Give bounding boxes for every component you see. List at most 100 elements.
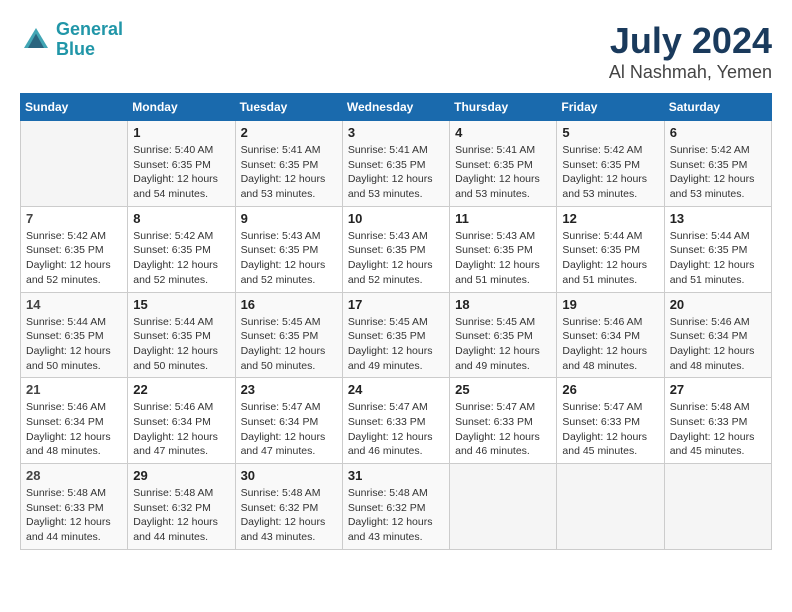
calendar-cell: 15Sunrise: 5:44 AM Sunset: 6:35 PM Dayli…: [128, 292, 235, 378]
calendar-cell: 25Sunrise: 5:47 AM Sunset: 6:33 PM Dayli…: [450, 378, 557, 464]
day-number: 5: [562, 125, 658, 140]
calendar-cell: 29 Sunrise: 5:48 AM Sunset: 6:32 PM Dayli…: [128, 464, 235, 550]
day-number: 21: [26, 382, 122, 397]
day-info: Sunrise: 5:48 AM Sunset: 6:33 PM Dayligh…: [26, 486, 122, 545]
calendar-cell: 18Sunrise: 5:45 AM Sunset: 6:35 PM Dayli…: [450, 292, 557, 378]
day-number: 27: [670, 382, 766, 397]
calendar-cell: 16Sunrise: 5:45 AM Sunset: 6:35 PM Dayli…: [235, 292, 342, 378]
day-info: Sunrise: 5:45 AM Sunset: 6:35 PM Dayligh…: [348, 315, 444, 374]
calendar-cell: 13 Sunrise: 5:44 AM Sunset: 6:35 PM Dayli…: [664, 206, 771, 292]
calendar-cell: 8 Sunrise: 5:42 AM Sunset: 6:35 PM Daylig…: [128, 206, 235, 292]
calendar-cell: 1Sunrise: 5:40 AM Sunset: 6:35 PM Daylig…: [128, 121, 235, 207]
day-info: Sunrise: 5:48 AM Sunset: 6:32 PM Dayligh…: [241, 486, 337, 545]
day-number: 16: [241, 297, 337, 312]
weekday-header: Sunday: [21, 94, 128, 121]
day-info: Sunrise: 5:44 AM Sunset: 6:35 PM Dayligh…: [670, 229, 766, 288]
logo-icon: [20, 24, 52, 56]
calendar-cell: 6 Sunrise: 5:42 AM Sunset: 6:35 PM Daylig…: [664, 121, 771, 207]
day-info: Sunrise: 5:44 AM Sunset: 6:35 PM Dayligh…: [562, 229, 658, 288]
calendar-cell: 11Sunrise: 5:43 AM Sunset: 6:35 PM Dayli…: [450, 206, 557, 292]
day-info: Sunrise: 5:46 AM Sunset: 6:34 PM Dayligh…: [670, 315, 766, 374]
day-number: 7: [26, 211, 122, 226]
calendar-week-row: 28 Sunrise: 5:48 AM Sunset: 6:33 PM Dayli…: [21, 464, 772, 550]
day-number: 12: [562, 211, 658, 226]
day-number: 8: [133, 211, 229, 226]
calendar-header-row: SundayMondayTuesdayWednesdayThursdayFrid…: [21, 94, 772, 121]
day-number: 19: [562, 297, 658, 312]
day-info: Sunrise: 5:42 AM Sunset: 6:35 PM Dayligh…: [133, 229, 229, 288]
day-number: 13: [670, 211, 766, 226]
calendar-cell: 20 Sunrise: 5:46 AM Sunset: 6:34 PM Dayli…: [664, 292, 771, 378]
calendar-cell: 14 Sunrise: 5:44 AM Sunset: 6:35 PM Dayli…: [21, 292, 128, 378]
day-number: 17: [348, 297, 444, 312]
calendar-cell: 24Sunrise: 5:47 AM Sunset: 6:33 PM Dayli…: [342, 378, 449, 464]
day-number: 25: [455, 382, 551, 397]
calendar-cell: 31 Sunrise: 5:48 AM Sunset: 6:32 PM Dayli…: [342, 464, 449, 550]
calendar-cell: [21, 121, 128, 207]
day-info: Sunrise: 5:47 AM Sunset: 6:33 PM Dayligh…: [348, 400, 444, 459]
calendar-cell: 10Sunrise: 5:43 AM Sunset: 6:35 PM Dayli…: [342, 206, 449, 292]
logo: General Blue: [20, 20, 123, 60]
calendar-cell: [557, 464, 664, 550]
calendar-cell: 21 Sunrise: 5:46 AM Sunset: 6:34 PM Dayli…: [21, 378, 128, 464]
day-info: Sunrise: 5:46 AM Sunset: 6:34 PM Dayligh…: [562, 315, 658, 374]
day-info: Sunrise: 5:48 AM Sunset: 6:32 PM Dayligh…: [133, 486, 229, 545]
day-info: Sunrise: 5:45 AM Sunset: 6:35 PM Dayligh…: [455, 315, 551, 374]
calendar-week-row: 14 Sunrise: 5:44 AM Sunset: 6:35 PM Dayli…: [21, 292, 772, 378]
calendar-cell: [664, 464, 771, 550]
calendar-week-row: 21 Sunrise: 5:46 AM Sunset: 6:34 PM Dayli…: [21, 378, 772, 464]
title-block: July 2024 Al Nashmah, Yemen: [609, 20, 772, 83]
day-number: 2: [241, 125, 337, 140]
day-info: Sunrise: 5:44 AM Sunset: 6:35 PM Dayligh…: [26, 315, 122, 374]
day-info: Sunrise: 5:42 AM Sunset: 6:35 PM Dayligh…: [26, 229, 122, 288]
calendar-cell: 4Sunrise: 5:41 AM Sunset: 6:35 PM Daylig…: [450, 121, 557, 207]
day-info: Sunrise: 5:43 AM Sunset: 6:35 PM Dayligh…: [348, 229, 444, 288]
calendar-cell: 22Sunrise: 5:46 AM Sunset: 6:34 PM Dayli…: [128, 378, 235, 464]
day-info: Sunrise: 5:42 AM Sunset: 6:35 PM Dayligh…: [562, 143, 658, 202]
calendar-title: July 2024: [609, 20, 772, 62]
day-number: 30: [241, 468, 337, 483]
day-number: 1: [133, 125, 229, 140]
calendar-cell: 28 Sunrise: 5:48 AM Sunset: 6:33 PM Dayli…: [21, 464, 128, 550]
calendar-week-row: 7 Sunrise: 5:42 AM Sunset: 6:35 PM Daylig…: [21, 206, 772, 292]
calendar-cell: 12 Sunrise: 5:44 AM Sunset: 6:35 PM Dayli…: [557, 206, 664, 292]
day-info: Sunrise: 5:48 AM Sunset: 6:33 PM Dayligh…: [670, 400, 766, 459]
calendar-cell: 17 Sunrise: 5:45 AM Sunset: 6:35 PM Dayli…: [342, 292, 449, 378]
day-number: 23: [241, 382, 337, 397]
day-number: 31: [348, 468, 444, 483]
day-info: Sunrise: 5:41 AM Sunset: 6:35 PM Dayligh…: [348, 143, 444, 202]
day-info: Sunrise: 5:48 AM Sunset: 6:32 PM Dayligh…: [348, 486, 444, 545]
weekday-header: Saturday: [664, 94, 771, 121]
day-info: Sunrise: 5:42 AM Sunset: 6:35 PM Dayligh…: [670, 143, 766, 202]
day-number: 9: [241, 211, 337, 226]
day-number: 3: [348, 125, 444, 140]
day-number: 29: [133, 468, 229, 483]
weekday-header: Monday: [128, 94, 235, 121]
day-info: Sunrise: 5:43 AM Sunset: 6:35 PM Dayligh…: [455, 229, 551, 288]
calendar-cell: 9 Sunrise: 5:43 AM Sunset: 6:35 PM Daylig…: [235, 206, 342, 292]
day-info: Sunrise: 5:41 AM Sunset: 6:35 PM Dayligh…: [455, 143, 551, 202]
day-info: Sunrise: 5:43 AM Sunset: 6:35 PM Dayligh…: [241, 229, 337, 288]
calendar-cell: 27 Sunrise: 5:48 AM Sunset: 6:33 PM Dayli…: [664, 378, 771, 464]
day-number: 22: [133, 382, 229, 397]
calendar-cell: 30 Sunrise: 5:48 AM Sunset: 6:32 PM Dayli…: [235, 464, 342, 550]
calendar-cell: 7 Sunrise: 5:42 AM Sunset: 6:35 PM Daylig…: [21, 206, 128, 292]
calendar-cell: 23Sunrise: 5:47 AM Sunset: 6:34 PM Dayli…: [235, 378, 342, 464]
weekday-header: Thursday: [450, 94, 557, 121]
day-info: Sunrise: 5:41 AM Sunset: 6:35 PM Dayligh…: [241, 143, 337, 202]
day-number: 14: [26, 297, 122, 312]
logo-text: General Blue: [56, 20, 123, 60]
calendar-cell: 3 Sunrise: 5:41 AM Sunset: 6:35 PM Daylig…: [342, 121, 449, 207]
calendar-cell: 19 Sunrise: 5:46 AM Sunset: 6:34 PM Dayli…: [557, 292, 664, 378]
day-number: 6: [670, 125, 766, 140]
day-number: 26: [562, 382, 658, 397]
calendar-table: SundayMondayTuesdayWednesdayThursdayFrid…: [20, 93, 772, 550]
day-number: 28: [26, 468, 122, 483]
calendar-cell: 5 Sunrise: 5:42 AM Sunset: 6:35 PM Daylig…: [557, 121, 664, 207]
day-number: 15: [133, 297, 229, 312]
weekday-header: Friday: [557, 94, 664, 121]
day-info: Sunrise: 5:46 AM Sunset: 6:34 PM Dayligh…: [26, 400, 122, 459]
calendar-cell: 2 Sunrise: 5:41 AM Sunset: 6:35 PM Daylig…: [235, 121, 342, 207]
day-info: Sunrise: 5:47 AM Sunset: 6:33 PM Dayligh…: [562, 400, 658, 459]
day-number: 20: [670, 297, 766, 312]
